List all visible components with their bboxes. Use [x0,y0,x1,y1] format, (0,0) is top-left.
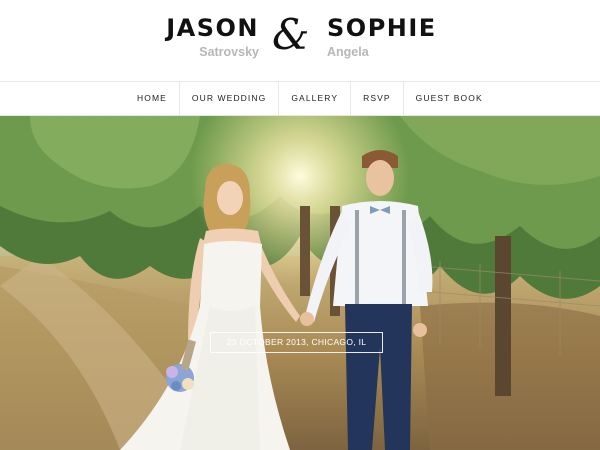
nav-item-gallery[interactable]: GALLERY [278,82,350,115]
hero-photo: 23 OCTOBER 2013, CHICAGO, IL [0,116,600,450]
couple-photo-illustration [0,116,600,450]
nav-item-our-wedding[interactable]: OUR WEDDING [178,82,278,115]
site-header: JASON Satrovsky & SOPHIE Angela [0,0,600,81]
nav-item-guest-book[interactable]: GUEST BOOK [402,82,495,115]
wedding-date-location: 23 OCTOBER 2013, CHICAGO, IL [210,332,383,353]
nav-item-home[interactable]: HOME [125,82,179,115]
groom-first-name: JASON [166,14,259,42]
nav-item-rsvp[interactable]: RSVP [350,82,403,115]
bride-first-name: SOPHIE [327,14,437,42]
bride-name-block: SOPHIE Angela [327,14,437,60]
groom-name-block: JASON Satrovsky [166,14,259,60]
ampersand-logo: & [272,10,310,59]
groom-last-name: Satrovsky [199,45,259,59]
bride-last-name: Angela [327,45,369,59]
nav-menu: HOME OUR WEDDING GALLERY RSVP GUEST BOOK [125,82,495,115]
main-nav: HOME OUR WEDDING GALLERY RSVP GUEST BOOK [0,81,600,116]
